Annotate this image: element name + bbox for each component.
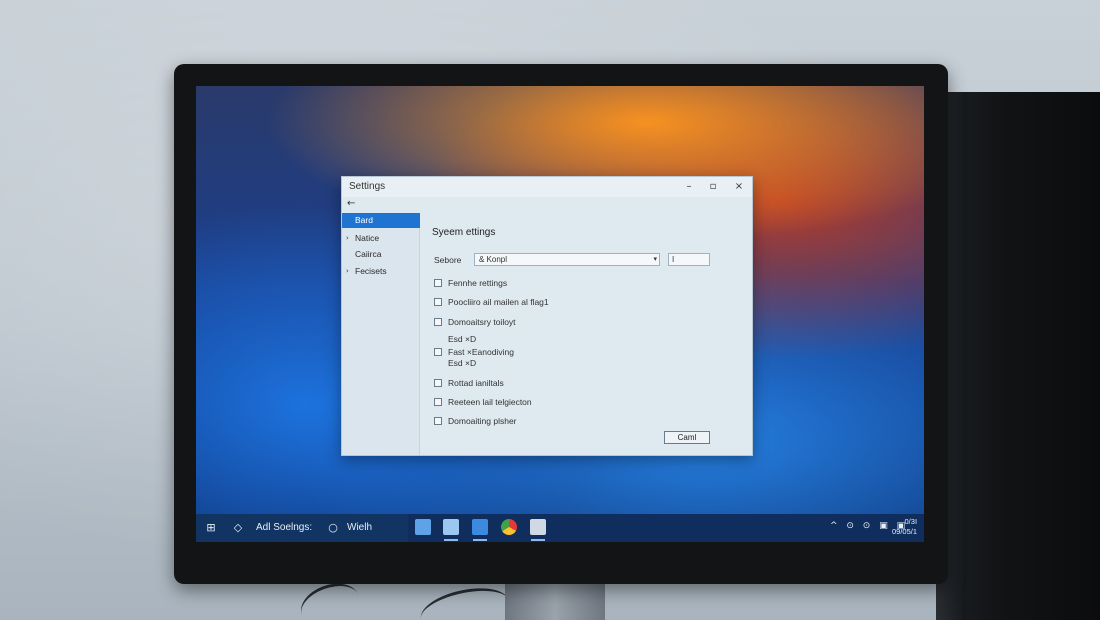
checkbox-label: Fennhe rettings bbox=[448, 278, 508, 288]
checkbox[interactable] bbox=[434, 318, 442, 326]
checkbox[interactable] bbox=[434, 398, 442, 406]
checkbox-sublabel: Esd ×D bbox=[448, 334, 477, 344]
page-title: Syeem ettings bbox=[432, 227, 496, 238]
sidebar-item-label: Natice bbox=[355, 233, 380, 243]
chevron-right-icon: › bbox=[346, 234, 349, 242]
checkbox-label: Domoaitsry toiloyt bbox=[448, 317, 516, 327]
checkbox-label: Reeteen lail telgiecton bbox=[448, 397, 532, 407]
value-field-text: I bbox=[672, 255, 675, 264]
taskbar-widget-text[interactable]: Wielh bbox=[347, 522, 372, 533]
chrome-icon[interactable] bbox=[501, 519, 517, 535]
store-icon[interactable] bbox=[472, 519, 488, 535]
checkbox-label: Fast ×Eanodiving bbox=[448, 347, 514, 357]
widget-icon[interactable]: ○ bbox=[325, 520, 341, 536]
window-title: Settings bbox=[349, 181, 386, 192]
maximize-icon[interactable]: ▫ bbox=[702, 179, 724, 195]
file-explorer-icon[interactable] bbox=[415, 519, 431, 535]
settings-sidebar: Bard › Natice Caiirca › Fecisets bbox=[342, 213, 420, 455]
cancel-button[interactable]: Caml bbox=[664, 431, 710, 444]
checkbox[interactable] bbox=[434, 348, 442, 356]
taskbar-search-text[interactable]: Adl Soelngs: bbox=[256, 522, 312, 533]
checkbox-label: Poocliiro ail mailen al flag1 bbox=[448, 297, 549, 307]
monitor-stand bbox=[505, 580, 605, 620]
search-value: & Konpl bbox=[479, 255, 508, 264]
clock[interactable]: 0/3I 09/05/1 bbox=[892, 517, 917, 537]
back-arrow-icon[interactable]: ← bbox=[347, 198, 361, 212]
search-input[interactable]: & Konpl ▾ bbox=[474, 253, 660, 266]
sidebar-item-label: Fecisets bbox=[355, 266, 387, 276]
window-titlebar[interactable]: Settings – ▫ × bbox=[342, 177, 752, 197]
chevron-right-icon: › bbox=[346, 267, 349, 275]
active-app-indicator bbox=[473, 539, 487, 541]
settings-app-icon[interactable] bbox=[530, 519, 546, 535]
desktop-screen: Settings – ▫ × ← Bard › Natice Caiirca ›… bbox=[196, 86, 924, 542]
checkbox[interactable] bbox=[434, 417, 442, 425]
minimize-icon[interactable]: – bbox=[678, 179, 700, 195]
checkbox[interactable] bbox=[434, 298, 442, 306]
chevron-down-icon[interactable]: ▾ bbox=[653, 254, 657, 265]
value-field[interactable]: I bbox=[668, 253, 710, 266]
sidebar-item-natice[interactable]: › Natice bbox=[342, 231, 420, 246]
checkbox[interactable] bbox=[434, 379, 442, 387]
close-icon[interactable]: × bbox=[728, 179, 750, 195]
checkbox-label: Rottad ianiltals bbox=[448, 378, 504, 388]
checkbox[interactable] bbox=[434, 279, 442, 287]
app-window-icon[interactable] bbox=[443, 519, 459, 535]
search-icon[interactable]: ◇ bbox=[230, 520, 246, 536]
sidebar-item-caiirca[interactable]: Caiirca bbox=[342, 247, 420, 262]
sidebar-item-label: Caiirca bbox=[355, 249, 382, 259]
clock-date: 09/05/1 bbox=[892, 527, 918, 536]
settings-window: Settings – ▫ × ← Bard › Natice Caiirca ›… bbox=[341, 176, 753, 456]
checkbox-label: Domoaiting plsher bbox=[448, 416, 517, 426]
sidebar-item-fecisets[interactable]: › Fecisets bbox=[342, 264, 420, 279]
checkbox-sublabel: Esd ×D bbox=[448, 358, 477, 368]
sidebar-item-bard[interactable]: Bard bbox=[342, 213, 420, 228]
clock-time: 0/3I bbox=[904, 517, 918, 526]
windows-start-icon[interactable]: ⊞ bbox=[203, 520, 219, 536]
active-app-indicator bbox=[531, 539, 545, 541]
taskbar: ⊞ ◇ Adl Soelngs: ○ Wielh ^ ⊙ ⊙ ▣ ▣ 0/3I … bbox=[196, 514, 924, 542]
sidebar-item-label: Bard bbox=[355, 215, 373, 225]
active-app-indicator bbox=[444, 539, 458, 541]
search-label: Sebore bbox=[434, 255, 462, 265]
